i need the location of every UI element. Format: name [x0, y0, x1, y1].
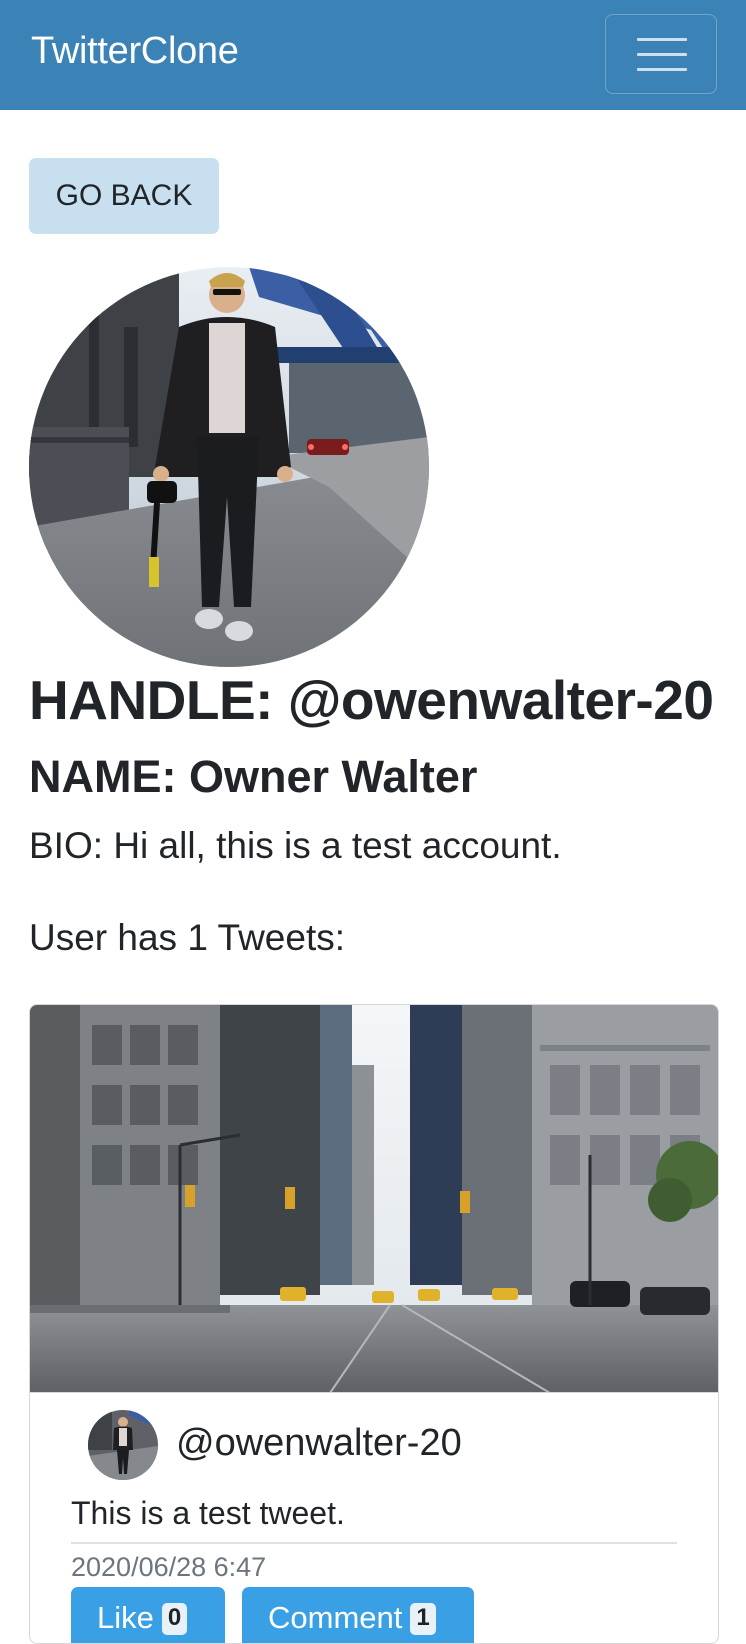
tweet-image [30, 1005, 718, 1393]
brand-logo-text[interactable]: TwitterClone [31, 30, 239, 73]
comment-label: Comment [268, 1600, 403, 1635]
like-button[interactable]: Like 0 [71, 1587, 225, 1643]
handle-value: @owenwalter-20 [287, 669, 714, 731]
name-value: Owner Walter [189, 751, 478, 802]
tweet-timestamp: 2020/06/28 6:47 [71, 1552, 267, 1582]
profile-bio: BIO: Hi all, this is a test account. [29, 825, 562, 867]
tweet-count-text: User has 1 Tweets: [29, 917, 346, 958]
handle-label: HANDLE: [29, 669, 273, 731]
tweet-avatar[interactable] [88, 1410, 158, 1480]
profile-photo [29, 267, 429, 667]
bio-value: Hi all, this is a test account. [113, 825, 562, 866]
tweet-card: @owenwalter-20 This is a test tweet. 202… [29, 1004, 719, 1644]
name-label: NAME: [29, 751, 177, 802]
tweet-divider [71, 1542, 677, 1544]
tweet-handle[interactable]: @owenwalter-20 [176, 1422, 462, 1465]
go-back-button[interactable]: GO BACK [29, 158, 219, 234]
bio-label: BIO: [29, 825, 104, 866]
profile-handle: HANDLE: @owenwalter-20 [29, 668, 714, 732]
navbar: TwitterClone [0, 0, 746, 110]
tweet-text: This is a test tweet. [71, 1495, 345, 1531]
profile-name: NAME: Owner Walter [29, 751, 477, 803]
comment-button[interactable]: Comment 1 [242, 1587, 474, 1643]
like-label: Like [97, 1600, 154, 1635]
comment-count-badge: 1 [410, 1603, 436, 1635]
like-count-badge: 0 [161, 1603, 188, 1635]
navbar-toggle-button[interactable] [605, 14, 717, 94]
